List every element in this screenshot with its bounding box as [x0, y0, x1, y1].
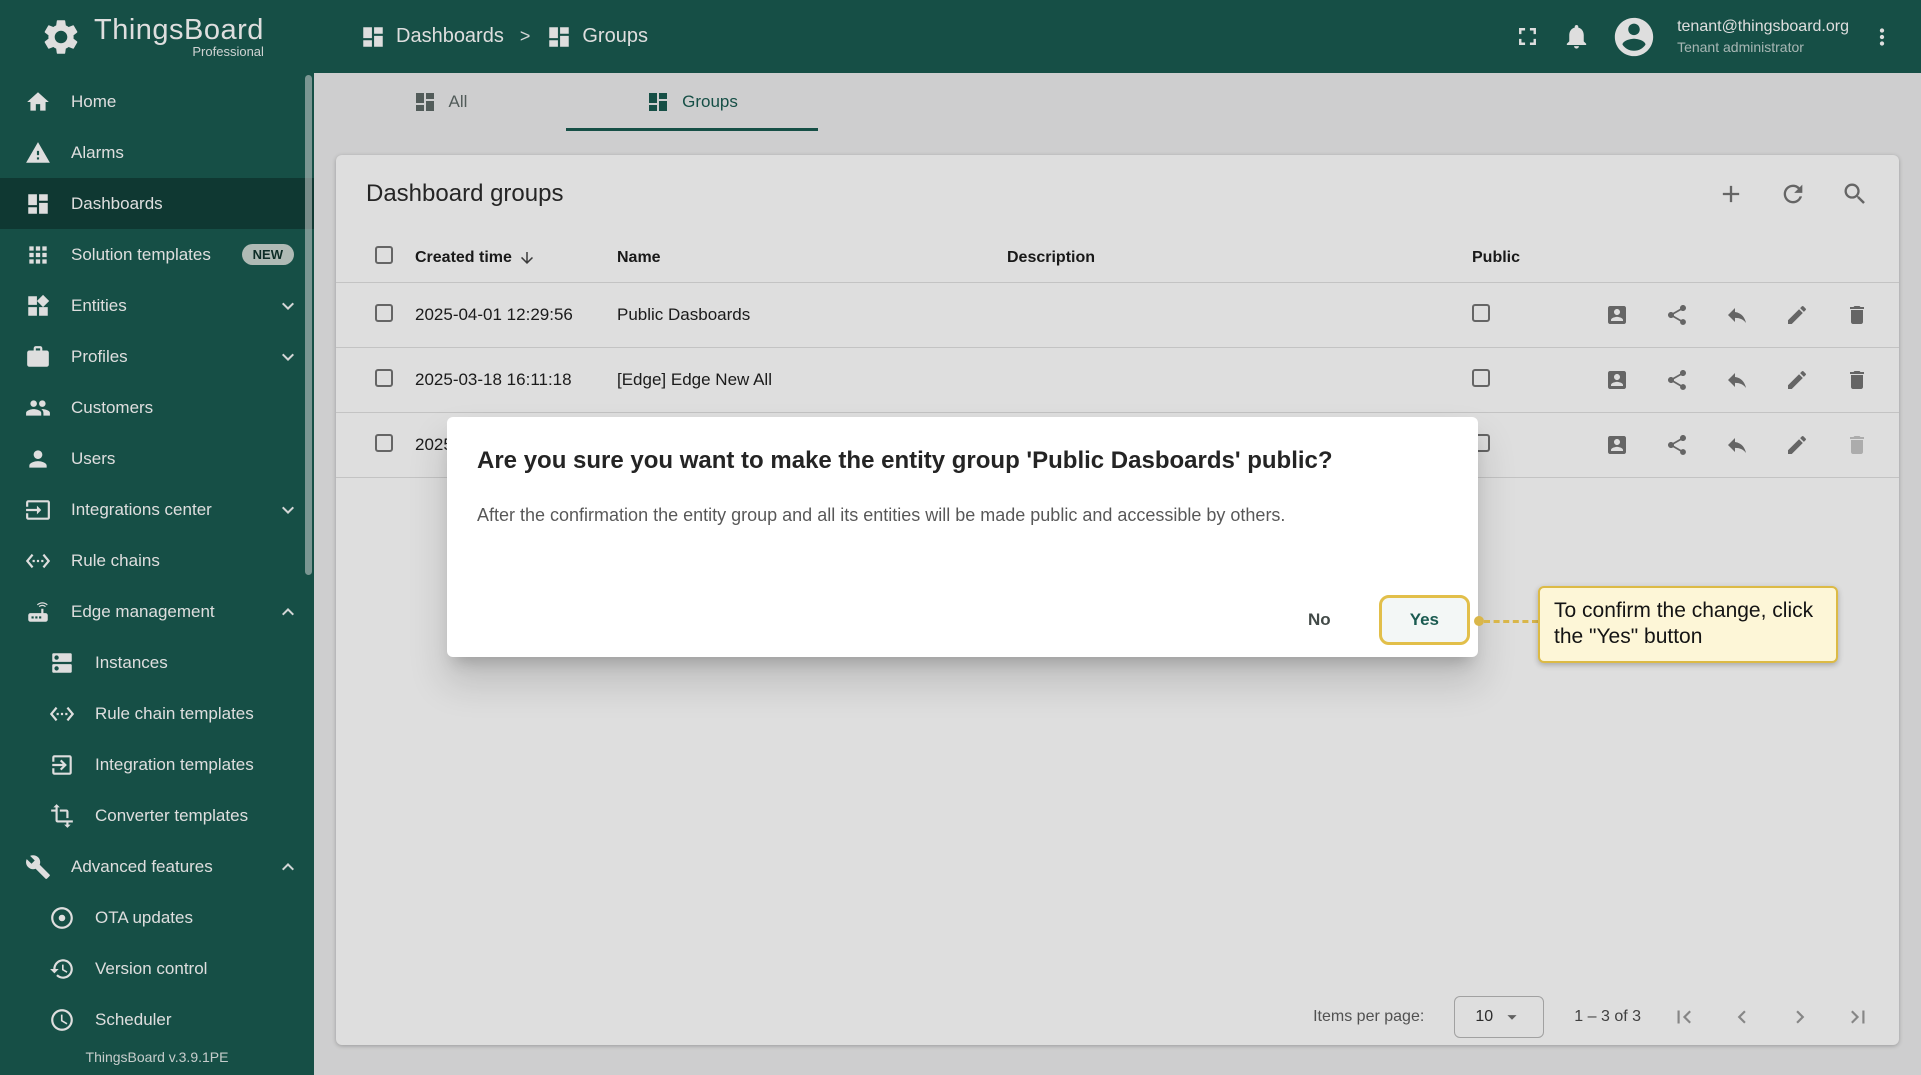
yes-button-highlight: Yes	[1378, 595, 1470, 645]
callout-connector-dot	[1474, 616, 1484, 626]
yes-button[interactable]: Yes	[1392, 600, 1457, 640]
callout-connector-line	[1484, 620, 1538, 623]
dialog-actions: No Yes	[1290, 595, 1470, 645]
confirm-dialog: Are you sure you want to make the entity…	[447, 417, 1478, 657]
no-button[interactable]: No	[1290, 600, 1349, 640]
dialog-message: After the confirmation the entity group …	[477, 505, 1286, 525]
dialog-title: Are you sure you want to make the entity…	[477, 447, 1333, 474]
tour-callout: To confirm the change, click the "Yes" b…	[1538, 586, 1838, 663]
